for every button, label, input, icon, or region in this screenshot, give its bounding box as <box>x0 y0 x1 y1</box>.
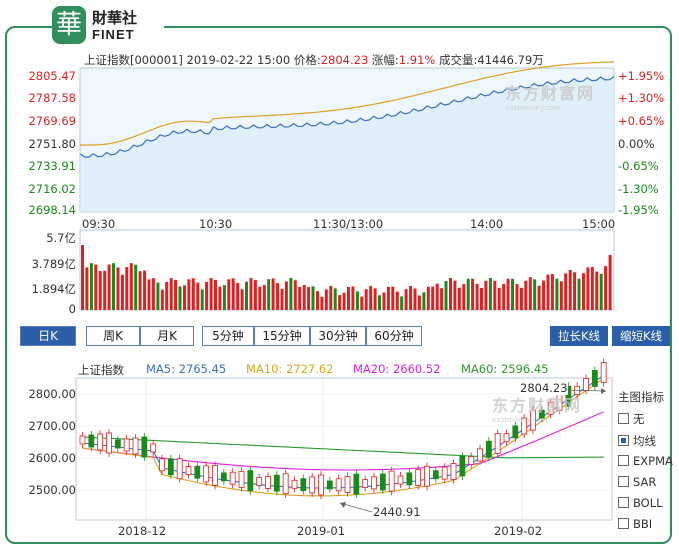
candle-body <box>106 432 112 454</box>
kline-x-label: 2018-12 <box>118 524 167 538</box>
checkbox-icon[interactable] <box>618 518 629 529</box>
indicator-option-sar[interactable]: SAR <box>618 475 656 489</box>
indicator-option-ma[interactable]: 均线 <box>618 433 656 449</box>
candle-body <box>159 458 165 472</box>
kline-high-label: 2804.23 <box>520 381 568 395</box>
candle-body <box>256 477 263 486</box>
candle-body <box>459 455 466 477</box>
candle-body <box>97 433 104 451</box>
candle-body <box>247 470 254 491</box>
indicator-option-label: 均线 <box>633 434 656 448</box>
candle-body <box>150 443 157 453</box>
kline-x-label: 2019-01 <box>297 524 346 538</box>
candle-body <box>203 465 210 483</box>
candle-body <box>167 458 174 476</box>
candle-body <box>114 439 121 449</box>
candle-body <box>176 458 183 480</box>
candle-body <box>123 438 130 452</box>
candle-body <box>220 472 227 482</box>
candle-body <box>494 433 501 454</box>
candle-body <box>88 434 95 448</box>
indicator-option-bbi[interactable]: BBI <box>618 517 652 531</box>
candle-body <box>441 466 448 480</box>
candle-body <box>265 476 271 489</box>
candle-body <box>318 474 324 496</box>
kline-y-label: 2800.00 <box>28 387 76 401</box>
candle-body <box>406 472 413 486</box>
candle-body <box>282 473 289 495</box>
candle-body <box>79 435 86 445</box>
checkbox-icon[interactable] <box>618 413 629 424</box>
checkbox-checked-icon[interactable] <box>618 435 629 446</box>
candle-body <box>291 479 298 489</box>
indicator-option-label: BBI <box>633 517 653 531</box>
candle-body <box>379 473 386 491</box>
candle-body <box>432 470 439 480</box>
candle-body <box>194 465 201 479</box>
candle-body <box>415 469 422 487</box>
candle-body <box>371 476 377 490</box>
kline-y-label: 2700.00 <box>28 419 76 433</box>
candle-body <box>477 448 483 462</box>
kline-chart <box>75 358 613 521</box>
candle-body <box>141 436 148 458</box>
kline-y-label: 2600.00 <box>28 451 76 465</box>
kline-low-label: 2440.91 <box>373 505 421 519</box>
indicator-option-none[interactable]: 无 <box>618 411 645 427</box>
candle-body <box>583 377 589 391</box>
indicator-panel-title: 主图指标 <box>618 390 664 404</box>
candle-body <box>468 456 475 465</box>
candle-body <box>397 475 404 485</box>
indicator-option-boll[interactable]: BOLL <box>618 496 663 510</box>
candle-body <box>212 465 218 486</box>
indicator-option-expma[interactable]: EXPMA <box>618 454 673 468</box>
candle-body <box>388 470 395 492</box>
checkbox-icon[interactable] <box>618 476 629 487</box>
indicator-option-label: EXPMA <box>633 454 673 468</box>
candle-body <box>309 476 316 494</box>
indicator-option-label: BOLL <box>633 496 663 510</box>
indicator-option-label: 无 <box>633 412 645 426</box>
candle-body <box>132 437 139 455</box>
candle-body <box>335 478 342 492</box>
candle-body <box>344 476 351 493</box>
checkbox-icon[interactable] <box>618 497 629 508</box>
indicator-option-label: SAR <box>633 475 657 489</box>
candle-body <box>600 362 607 383</box>
candle-body <box>512 425 519 439</box>
watermark-text: 东方财富网 <box>492 396 583 415</box>
candle-body <box>326 480 333 490</box>
candle-body <box>300 478 307 492</box>
candle-body <box>424 465 430 487</box>
checkbox-icon[interactable] <box>618 455 629 466</box>
watermark-subtext: eastmoney.com <box>492 416 548 424</box>
candle-body <box>485 440 492 458</box>
candle-body <box>591 370 598 387</box>
candle-body <box>353 473 360 495</box>
candle-body <box>362 479 369 488</box>
candle-body <box>238 471 245 488</box>
kline-y-label: 2500.00 <box>28 483 76 497</box>
candle-body <box>185 466 192 475</box>
watermark-kline: 东方财富网 eastmoney.com <box>492 392 582 424</box>
candle-body <box>450 463 457 480</box>
candle-body <box>503 433 510 443</box>
kline-x-label: 2019-02 <box>494 524 543 538</box>
candle-body <box>273 474 280 492</box>
candle-body <box>229 471 236 485</box>
